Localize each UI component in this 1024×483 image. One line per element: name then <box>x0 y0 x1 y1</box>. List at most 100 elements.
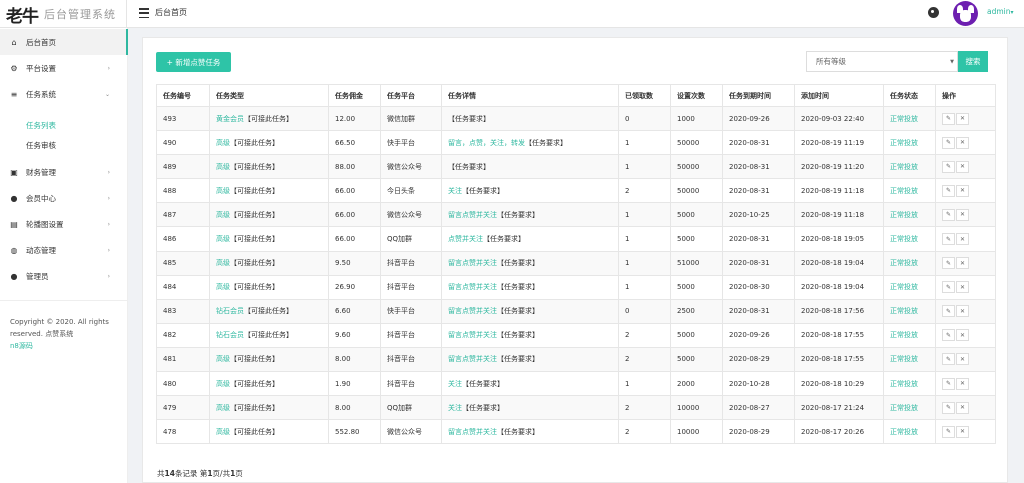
detail-highlight[interactable]: 留言点赞并关注 <box>448 428 497 436</box>
col-header[interactable]: 任务平台 <box>380 84 442 107</box>
edit-icon[interactable]: ✎ <box>942 233 955 246</box>
add-task-button[interactable]: + 新增点赞任务 <box>156 52 231 72</box>
edit-icon[interactable]: ✎ <box>942 257 955 270</box>
sidebar-item-platform-settings[interactable]: ⚙ 平台设置 › <box>0 55 128 81</box>
level-link[interactable]: 高级 <box>216 235 230 243</box>
detail-highlight[interactable]: 关注 <box>448 187 462 195</box>
level-select[interactable]: 所有等级 ▼ <box>806 51 958 72</box>
edit-icon[interactable]: ✎ <box>942 208 955 221</box>
edit-icon[interactable]: ✎ <box>942 305 955 318</box>
detail-text[interactable]: 【任务要求】 <box>483 235 525 243</box>
edit-icon[interactable]: ✎ <box>942 401 955 414</box>
edit-icon[interactable]: ✎ <box>942 112 955 125</box>
level-link[interactable]: 黄金会员 <box>216 115 244 123</box>
delete-icon[interactable]: ✕ <box>956 160 969 173</box>
detail-text[interactable]: 【任务要求】 <box>497 355 539 363</box>
level-link[interactable]: 高级 <box>216 380 230 388</box>
level-link[interactable]: 高级 <box>216 428 230 436</box>
copyright-link[interactable]: n8源码 <box>10 340 122 352</box>
delete-icon[interactable]: ✕ <box>956 184 969 197</box>
detail-text[interactable]: 【任务要求】 <box>497 283 539 291</box>
sidebar-item-carousel[interactable]: ▤ 轮播图设置 › <box>0 211 128 237</box>
sidebar-item-home[interactable]: ⌂ 后台首页 <box>0 29 128 55</box>
edit-icon[interactable]: ✎ <box>942 425 955 438</box>
delete-icon[interactable]: ✕ <box>956 112 969 125</box>
detail-text[interactable]: 【任务要求】 <box>448 163 490 171</box>
col-header[interactable]: 设置次数 <box>670 84 723 107</box>
detail-text[interactable]: 【任务要求】 <box>497 428 539 436</box>
detail-text[interactable]: 【任务要求】 <box>448 115 490 123</box>
detail-text[interactable]: 【任务要求】 <box>462 187 504 195</box>
detail-text[interactable]: 【任务要求】 <box>497 331 539 339</box>
col-header[interactable]: 添加时间 <box>794 84 884 107</box>
level-link[interactable]: 高级 <box>216 187 230 195</box>
edit-icon[interactable]: ✎ <box>942 329 955 342</box>
level-link[interactable]: 高级 <box>216 211 230 219</box>
user-menu[interactable]: admin▾ <box>987 7 1014 16</box>
search-button[interactable]: 搜索 <box>958 51 988 72</box>
sidebar-item-finance[interactable]: ▣ 财务管理 › <box>0 159 128 185</box>
level-link[interactable]: 高级 <box>216 163 230 171</box>
detail-highlight[interactable]: 留言点赞并关注 <box>448 283 497 291</box>
detail-text[interactable]: 【任务要求】 <box>497 259 539 267</box>
detail-text[interactable]: 【任务要求】 <box>525 139 567 147</box>
col-header[interactable]: 任务详情 <box>441 84 619 107</box>
delete-icon[interactable]: ✕ <box>956 425 969 438</box>
detail-text[interactable]: 【任务要求】 <box>497 307 539 315</box>
detail-highlight[interactable]: 关注 <box>448 404 462 412</box>
detail-text[interactable]: 【任务要求】 <box>497 211 539 219</box>
delete-icon[interactable]: ✕ <box>956 305 969 318</box>
palette-icon[interactable] <box>928 7 939 18</box>
level-link[interactable]: 高级 <box>216 355 230 363</box>
delete-icon[interactable]: ✕ <box>956 233 969 246</box>
sidebar-item-admins[interactable]: ● 管理员 › <box>0 263 128 289</box>
edit-icon[interactable]: ✎ <box>942 160 955 173</box>
detail-highlight[interactable]: 留言点赞并关注 <box>448 331 497 339</box>
detail-highlight[interactable]: 留言点赞并关注 <box>448 259 497 267</box>
level-link[interactable]: 高级 <box>216 259 230 267</box>
sidebar-subitem-task-list[interactable]: 任务列表 <box>26 120 56 131</box>
col-header[interactable]: 任务状态 <box>883 84 936 107</box>
level-link[interactable]: 高级 <box>216 404 230 412</box>
level-link[interactable]: 钻石会员 <box>216 331 244 339</box>
detail-highlight[interactable]: 点赞并关注 <box>448 235 483 243</box>
col-header[interactable]: 任务编号 <box>156 84 210 107</box>
detail-text[interactable]: 【任务要求】 <box>462 404 504 412</box>
col-header[interactable]: 任务到期时间 <box>722 84 795 107</box>
sidebar-item-members[interactable]: ● 会员中心 › <box>0 185 128 211</box>
delete-icon[interactable]: ✕ <box>956 281 969 294</box>
delete-icon[interactable]: ✕ <box>956 377 969 390</box>
detail-highlight[interactable]: 关注 <box>448 380 462 388</box>
logo[interactable]: 老牛 后台管理系统 <box>6 3 116 27</box>
edit-icon[interactable]: ✎ <box>942 184 955 197</box>
delete-icon[interactable]: ✕ <box>956 353 969 366</box>
delete-icon[interactable]: ✕ <box>956 136 969 149</box>
detail-highlight[interactable]: 留言点赞并关注 <box>448 355 497 363</box>
delete-icon[interactable]: ✕ <box>956 329 969 342</box>
cell-added: 2020-08-18 10:29 <box>794 371 884 397</box>
level-link[interactable]: 高级 <box>216 283 230 291</box>
delete-icon[interactable]: ✕ <box>956 401 969 414</box>
menu-toggle-icon[interactable] <box>139 8 149 18</box>
level-link[interactable]: 钻石会员 <box>216 307 244 315</box>
sidebar-item-task-system[interactable]: ≡ 任务系统 ⌄ <box>0 81 128 107</box>
sidebar-subitem-task-review[interactable]: 任务审核 <box>26 140 56 151</box>
avatar[interactable] <box>953 1 978 26</box>
delete-icon[interactable]: ✕ <box>956 257 969 270</box>
col-header[interactable]: 任务类型 <box>209 84 329 107</box>
edit-icon[interactable]: ✎ <box>942 377 955 390</box>
detail-text[interactable]: 【任务要求】 <box>462 380 504 388</box>
col-header[interactable]: 已领取数 <box>618 84 671 107</box>
edit-icon[interactable]: ✎ <box>942 136 955 149</box>
detail-highlight[interactable]: 留言点赞并关注 <box>448 211 497 219</box>
delete-icon[interactable]: ✕ <box>956 208 969 221</box>
col-header[interactable]: 任务佣金 <box>328 84 381 107</box>
cell-type: 钻石会员【可接此任务】 <box>209 298 329 324</box>
sidebar-item-news[interactable]: ◍ 动态管理 › <box>0 237 128 263</box>
edit-icon[interactable]: ✎ <box>942 353 955 366</box>
breadcrumb[interactable]: 后台首页 <box>155 7 187 18</box>
detail-highlight[interactable]: 留言，点赞，关注，转发 <box>448 139 525 147</box>
detail-highlight[interactable]: 留言点赞并关注 <box>448 307 497 315</box>
edit-icon[interactable]: ✎ <box>942 281 955 294</box>
level-link[interactable]: 高级 <box>216 139 230 147</box>
